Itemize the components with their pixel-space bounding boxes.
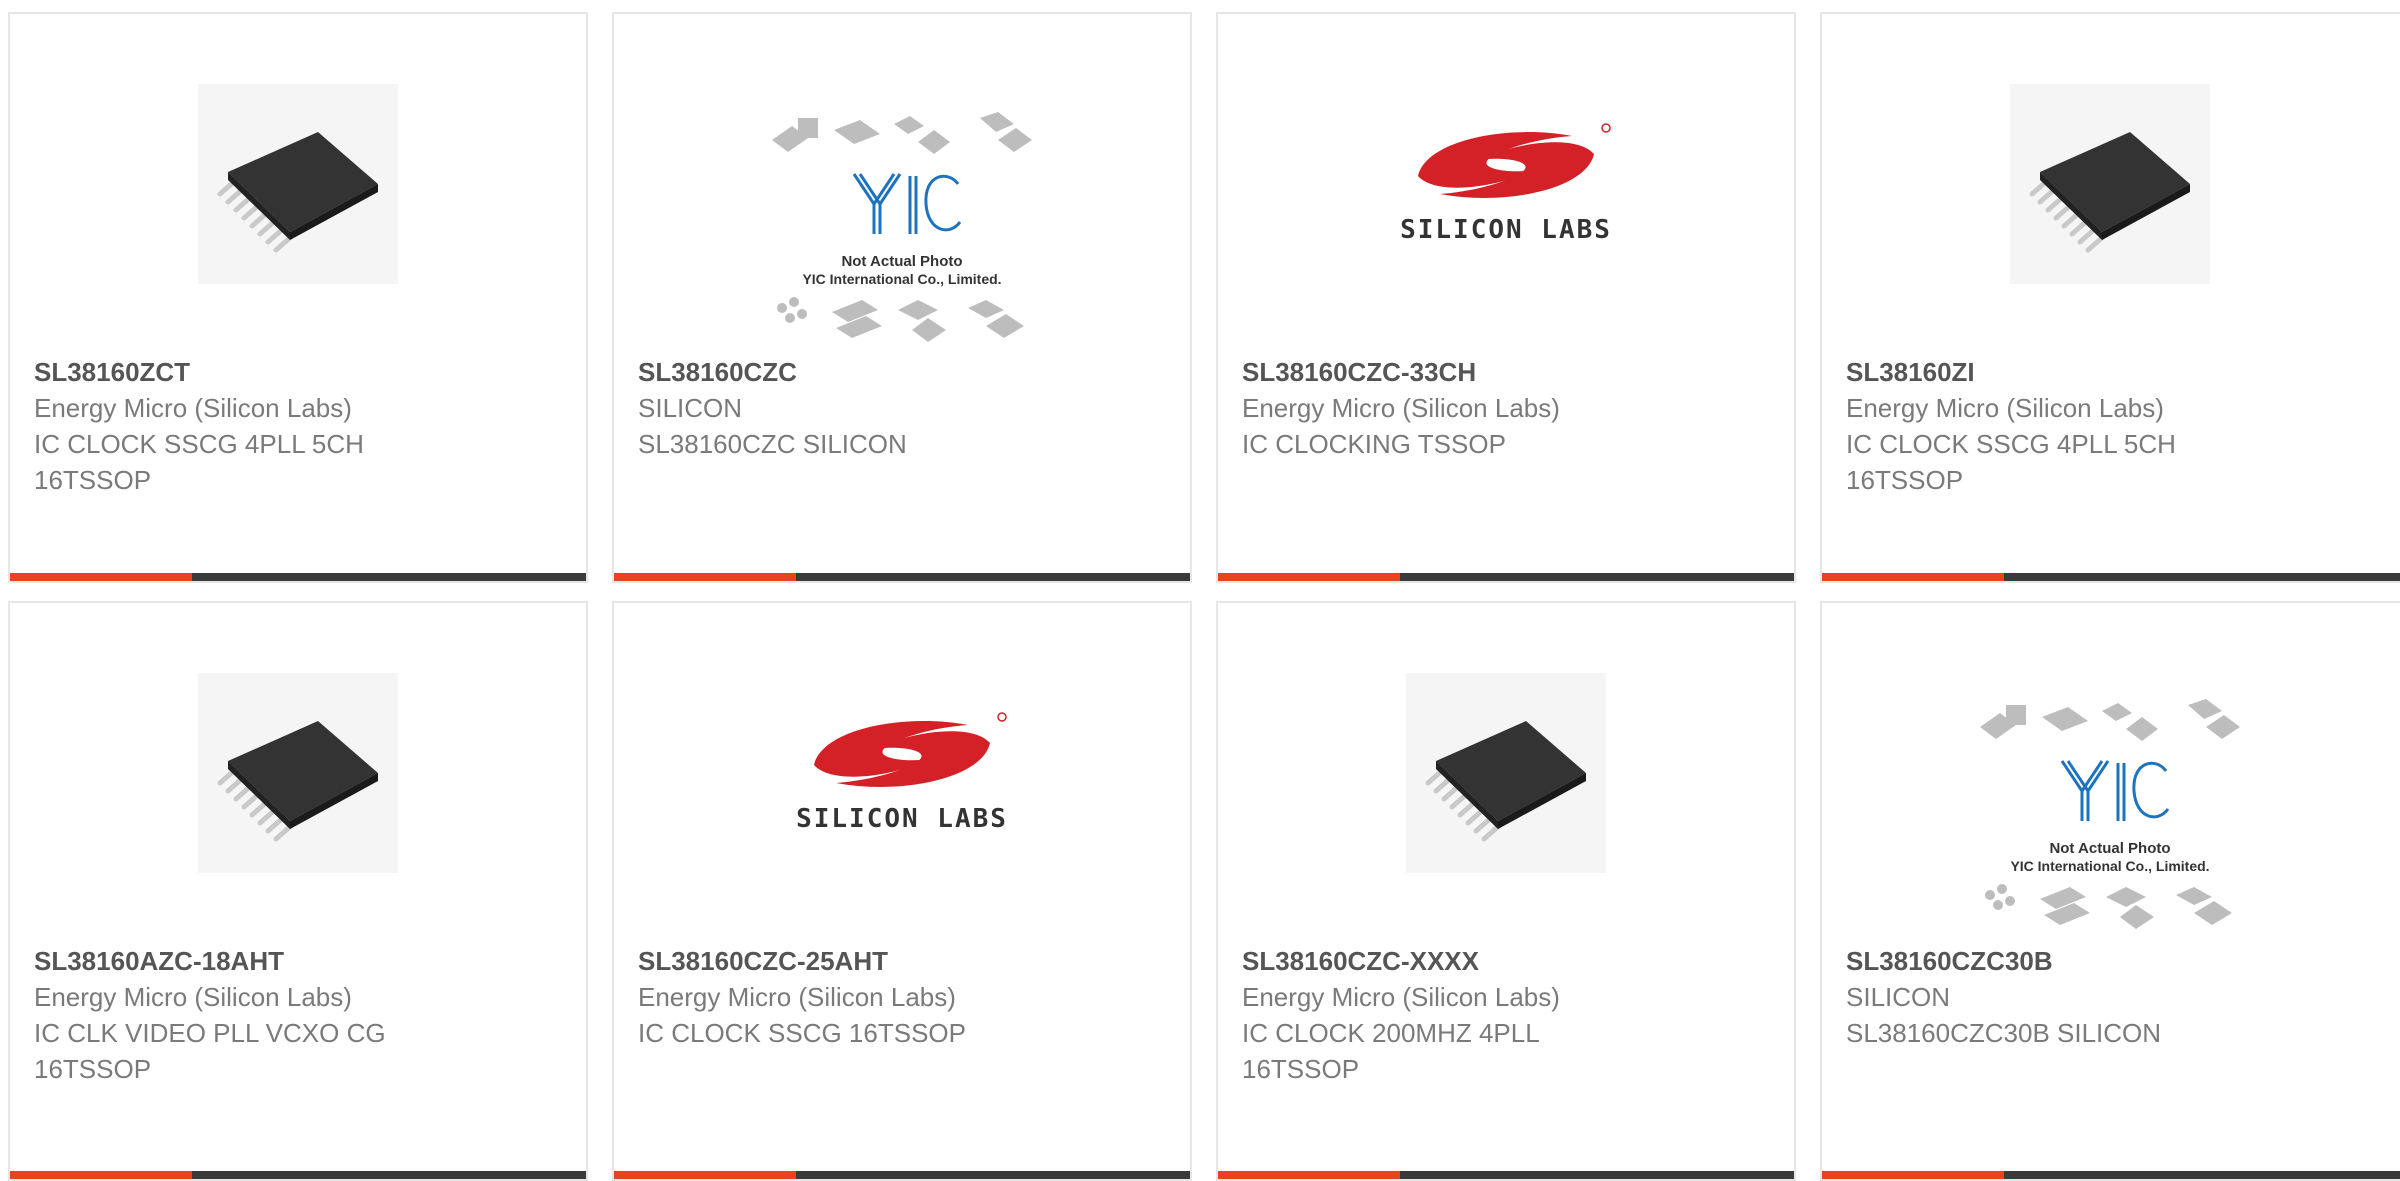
silicon-labs-logo-icon: SILICON LABS <box>796 712 1008 833</box>
part-number-link[interactable]: SL38160CZC <box>638 354 1166 390</box>
yic-caption-line2: YIC International Co., Limited. <box>802 271 1001 287</box>
part-number-link[interactable]: SL38160CZC-33CH <box>1242 354 1770 390</box>
card-bottom-bar <box>1822 1171 2400 1179</box>
yic-caption-line1: Not Actual Photo <box>2049 840 2170 857</box>
card-accent-bar <box>1218 1171 1400 1179</box>
product-card[interactable]: SILICON LABS SL38160CZC-25AHT Energy Mic… <box>612 601 1192 1181</box>
manufacturer: Energy Micro (Silicon Labs) <box>1242 982 1560 1012</box>
product-card[interactable]: Not Actual Photo YIC International Co., … <box>612 12 1192 583</box>
chip-photo-icon <box>198 673 398 873</box>
product-info: SL38160CZC-33CH Energy Micro (Silicon La… <box>1242 354 1770 462</box>
product-image-area[interactable] <box>10 603 586 943</box>
silicon-labs-logo-text: SILICON LABS <box>1400 215 1612 244</box>
product-image-area[interactable]: Not Actual Photo YIC International Co., … <box>614 14 1190 354</box>
description: IC CLOCK 200MHZ 4PLL 16TSSOP <box>1242 1018 1539 1084</box>
product-grid: SL38160ZCT Energy Micro (Silicon Labs) I… <box>0 0 2400 1181</box>
product-image-area[interactable] <box>1218 603 1794 943</box>
manufacturer: Energy Micro (Silicon Labs) <box>1242 393 1560 423</box>
product-card[interactable]: SL38160CZC-XXXX Energy Micro (Silicon La… <box>1216 601 1796 1181</box>
silicon-labs-logo-icon: SILICON LABS <box>1400 123 1612 244</box>
product-image-area[interactable] <box>1822 14 2400 354</box>
product-image-area[interactable]: SILICON LABS <box>614 603 1190 943</box>
card-bottom-bar <box>10 573 586 581</box>
card-bottom-bar <box>614 1171 1190 1179</box>
card-accent-bar <box>614 573 796 581</box>
chip-photo-icon <box>2010 84 2210 284</box>
product-info: SL38160ZCT Energy Micro (Silicon Labs) I… <box>34 354 562 498</box>
description: IC CLOCK SSCG 4PLL 5CH 16TSSOP <box>1846 429 2176 495</box>
card-accent-bar <box>614 1171 796 1179</box>
product-card[interactable]: SILICON LABS SL38160CZC-33CH Energy Micr… <box>1216 12 1796 583</box>
card-bottom-bar <box>1218 1171 1794 1179</box>
yic-placeholder-icon: Not Actual Photo YIC International Co., … <box>1980 699 2240 929</box>
product-info: SL38160AZC-18AHT Energy Micro (Silicon L… <box>34 943 562 1087</box>
product-info: SL38160ZI Energy Micro (Silicon Labs) IC… <box>1846 354 2384 498</box>
description: SL38160CZC30B SILICON <box>1846 1018 2162 1048</box>
chip-photo-icon <box>198 84 398 284</box>
card-bottom-bar <box>1218 573 1794 581</box>
description: IC CLOCK SSCG 4PLL 5CH 16TSSOP <box>34 429 364 495</box>
manufacturer: Energy Micro (Silicon Labs) <box>638 982 956 1012</box>
card-accent-bar <box>1218 573 1400 581</box>
card-bottom-bar <box>614 573 1190 581</box>
product-info: SL38160CZC SILICON SL38160CZC SILICON <box>638 354 1166 462</box>
yic-caption-line1: Not Actual Photo <box>841 253 962 270</box>
product-info: SL38160CZC30B SILICON SL38160CZC30B SILI… <box>1846 943 2384 1051</box>
manufacturer: SILICON <box>1846 982 1951 1012</box>
part-number-link[interactable]: SL38160ZI <box>1846 354 2384 390</box>
product-image-area[interactable] <box>10 14 586 354</box>
description: SL38160CZC SILICON <box>638 429 907 459</box>
card-accent-bar <box>10 573 192 581</box>
product-image-area[interactable]: Not Actual Photo YIC International Co., … <box>1822 603 2400 943</box>
manufacturer: Energy Micro (Silicon Labs) <box>34 393 352 423</box>
product-card[interactable]: Not Actual Photo YIC International Co., … <box>1820 601 2400 1181</box>
chip-photo-icon <box>1406 673 1606 873</box>
product-info: SL38160CZC-25AHT Energy Micro (Silicon L… <box>638 943 1166 1051</box>
description: IC CLOCK SSCG 16TSSOP <box>638 1018 966 1048</box>
yic-caption-line2: YIC International Co., Limited. <box>2010 858 2209 874</box>
part-number-link[interactable]: SL38160AZC-18AHT <box>34 943 562 979</box>
description: IC CLK VIDEO PLL VCXO CG 16TSSOP <box>34 1018 386 1084</box>
product-image-area[interactable]: SILICON LABS <box>1218 14 1794 354</box>
product-card[interactable]: SL38160AZC-18AHT Energy Micro (Silicon L… <box>8 601 588 1181</box>
product-info: SL38160CZC-XXXX Energy Micro (Silicon La… <box>1242 943 1770 1087</box>
card-bottom-bar <box>10 1171 586 1179</box>
manufacturer: Energy Micro (Silicon Labs) <box>34 982 352 1012</box>
card-bottom-bar <box>1822 573 2400 581</box>
product-card[interactable]: SL38160ZI Energy Micro (Silicon Labs) IC… <box>1820 12 2400 583</box>
manufacturer: Energy Micro (Silicon Labs) <box>1846 393 2164 423</box>
part-number-link[interactable]: SL38160ZCT <box>34 354 562 390</box>
card-accent-bar <box>10 1171 192 1179</box>
card-accent-bar <box>1822 573 2004 581</box>
card-accent-bar <box>1822 1171 2004 1179</box>
manufacturer: SILICON <box>638 393 743 423</box>
description: IC CLOCKING TSSOP <box>1242 429 1506 459</box>
silicon-labs-logo-text: SILICON LABS <box>796 804 1008 833</box>
product-card[interactable]: SL38160ZCT Energy Micro (Silicon Labs) I… <box>8 12 588 583</box>
yic-placeholder-icon: Not Actual Photo YIC International Co., … <box>772 112 1032 342</box>
part-number-link[interactable]: SL38160CZC30B <box>1846 943 2384 979</box>
part-number-link[interactable]: SL38160CZC-25AHT <box>638 943 1166 979</box>
part-number-link[interactable]: SL38160CZC-XXXX <box>1242 943 1770 979</box>
